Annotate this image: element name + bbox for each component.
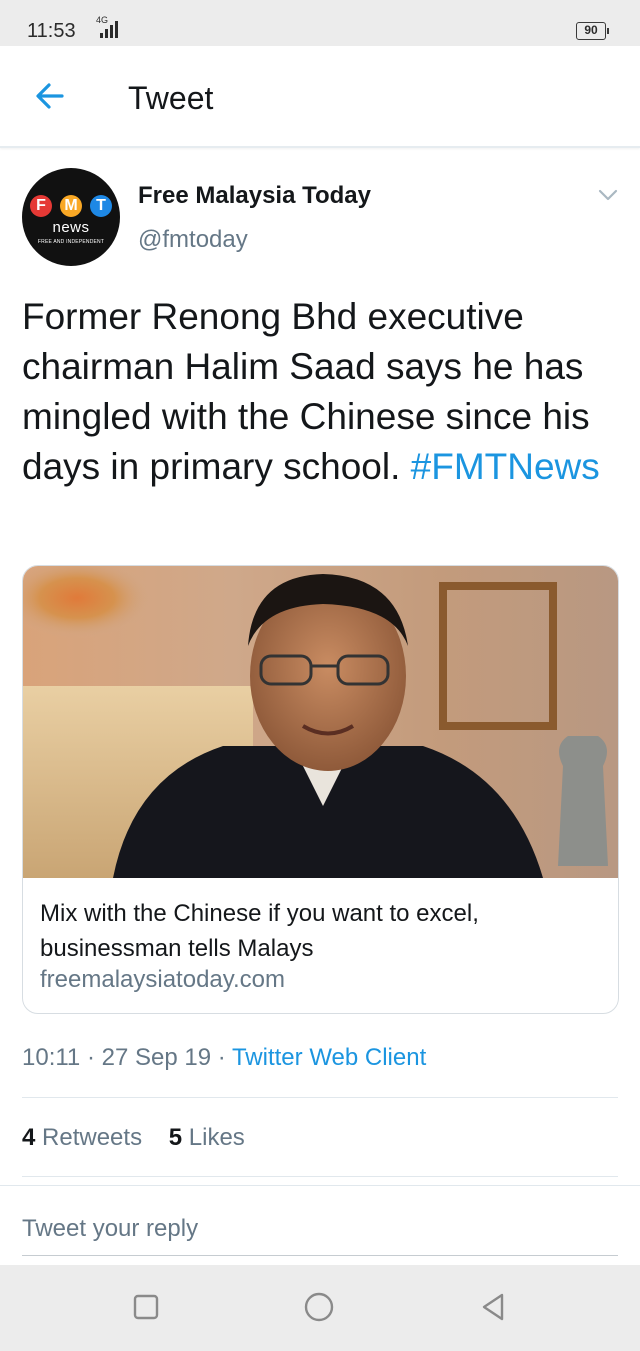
- logo-letters: F M T: [30, 195, 112, 217]
- reply-input[interactable]: [22, 1210, 618, 1256]
- retweets-label: Retweets: [42, 1124, 143, 1151]
- card-domain: freemalaysiatoday.com: [40, 966, 285, 993]
- chevron-down-icon[interactable]: [596, 186, 620, 204]
- logo-letter-m: M: [60, 195, 82, 217]
- tweet-date: 27 Sep 19: [101, 1044, 212, 1071]
- arrow-left-icon[interactable]: [30, 76, 70, 116]
- tweet-stats: 4 Retweets 5 Likes: [22, 1124, 245, 1152]
- signal-strength-icon: [100, 21, 118, 38]
- logo-letter-f: F: [30, 195, 52, 217]
- status-bar: 11:53 4G 90: [0, 0, 640, 46]
- status-time: 11:53: [27, 20, 76, 42]
- card-title: Mix with the Chinese if you want to exce…: [40, 900, 479, 962]
- top-app-bar: Tweet: [0, 46, 640, 148]
- retweets-stat[interactable]: 4 Retweets: [22, 1124, 142, 1151]
- back-icon[interactable]: [477, 1291, 509, 1323]
- tweet-text: Former Renong Bhd executive chairman Hal…: [22, 292, 622, 492]
- battery-tip: [607, 28, 609, 34]
- meta-separator: ·: [86, 1044, 95, 1071]
- home-icon[interactable]: [303, 1291, 335, 1323]
- logo-tagline: FREE AND INDEPENDENT: [37, 239, 105, 245]
- tweet-meta: 10:11 · 27 Sep 19 · Twitter Web Client: [22, 1044, 426, 1072]
- logo-word: news: [52, 219, 90, 236]
- reply-bar: [0, 1185, 640, 1265]
- meta-separator: ·: [217, 1044, 226, 1071]
- recent-apps-icon[interactable]: [130, 1291, 162, 1323]
- author-handle[interactable]: @fmtoday: [138, 226, 248, 254]
- likes-count: 5: [168, 1124, 183, 1151]
- hashtag-link[interactable]: #FMTNews: [411, 446, 600, 487]
- battery-indicator: 90: [576, 22, 606, 40]
- battery-level: 90: [584, 23, 598, 37]
- logo-letter-t: T: [90, 195, 112, 217]
- link-preview-card[interactable]: Mix with the Chinese if you want to exce…: [22, 565, 619, 1014]
- retweets-count: 4: [22, 1124, 36, 1151]
- avatar[interactable]: F M T news FREE AND INDEPENDENT: [22, 168, 120, 266]
- page-title: Tweet: [128, 80, 214, 116]
- tweet-client-link[interactable]: Twitter Web Client: [232, 1044, 426, 1071]
- divider: [22, 1097, 618, 1098]
- likes-label: Likes: [188, 1124, 245, 1151]
- likes-stat[interactable]: 5 Likes: [169, 1124, 245, 1151]
- author-name[interactable]: Free Malaysia Today: [138, 182, 371, 210]
- tweet-time: 10:11: [22, 1044, 81, 1071]
- article-image: [23, 566, 618, 878]
- divider: [22, 1176, 618, 1177]
- system-navigation-bar: [0, 1265, 640, 1351]
